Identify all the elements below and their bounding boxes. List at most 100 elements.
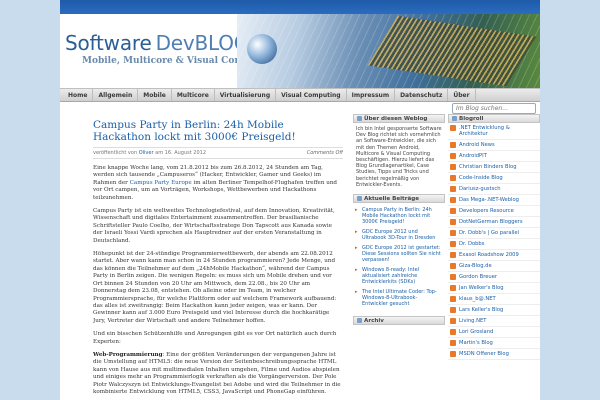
campus-party-link[interactable]: Campus Party Europe bbox=[130, 180, 192, 186]
blogroll-label: Lars Keller's Blog bbox=[459, 307, 504, 313]
nav-item-multicore[interactable]: Multicore bbox=[172, 89, 215, 101]
feed-icon bbox=[450, 164, 456, 170]
recent-post-link[interactable]: Campus Party in Berlin: 24h Mobile Hacka… bbox=[353, 205, 445, 227]
blogroll-link[interactable]: Dr. Dobbs bbox=[448, 239, 540, 250]
blogroll-label: Giza-Blog.de bbox=[459, 263, 492, 269]
blogroll-heading: Blogroll bbox=[448, 114, 540, 123]
widget-icon bbox=[452, 116, 457, 121]
blogroll-link[interactable]: Developers Resource bbox=[448, 206, 540, 217]
sidebar-left: Über diesen Weblog Ich bin Intel gespons… bbox=[353, 114, 445, 400]
site-logo[interactable]: Software DevBLOG bbox=[65, 31, 249, 55]
feed-icon bbox=[450, 252, 456, 258]
widget-icon bbox=[357, 116, 362, 121]
post-paragraph: Campus Party ist ein weltweites Technolo… bbox=[93, 208, 335, 244]
nav-item-impressum[interactable]: Impressum bbox=[347, 89, 396, 101]
blogroll-link[interactable]: Lori Grosland bbox=[448, 327, 540, 338]
nav-item-mobile[interactable]: Mobile bbox=[138, 89, 172, 101]
web-programming-label: Web-Programmierung bbox=[93, 351, 163, 358]
nav-item-visual-computing[interactable]: Visual Computing bbox=[276, 89, 347, 101]
search-input[interactable] bbox=[452, 103, 536, 114]
blogroll-label: Exasol Roadshow 2009 bbox=[459, 252, 519, 258]
post-paragraph: Eine knappe Woche lang, vom 21.8.2012 bi… bbox=[93, 165, 343, 202]
recent-post-link[interactable]: Windows 8-ready: Intel aktualisiert zahl… bbox=[353, 265, 445, 287]
author-link[interactable]: Oliver bbox=[139, 150, 154, 156]
blogroll-link[interactable]: Android News bbox=[448, 140, 540, 151]
feed-icon bbox=[450, 296, 456, 302]
blogroll-label: Lori Grosland bbox=[459, 329, 494, 335]
blogroll-label: Dariusz-gustsch bbox=[459, 186, 501, 192]
blogroll-label: Das Mega-.NET-Weblog bbox=[459, 197, 519, 203]
recent-post-link[interactable]: GDC Europe 2012 ist gestartet: Diese Ses… bbox=[353, 243, 445, 265]
blogroll-heading-text: Blogroll bbox=[459, 116, 484, 122]
blogroll-link[interactable]: Giza-Blog.de bbox=[448, 261, 540, 272]
blogroll-link[interactable]: MSDN Offener Blog bbox=[448, 349, 540, 360]
byline-prefix: veröffentlicht von bbox=[93, 150, 138, 156]
nav-item-datenschutz[interactable]: Datenschutz bbox=[395, 89, 449, 101]
post-meta: veröffentlicht von Oliver am 16. August … bbox=[93, 147, 343, 159]
feed-icon bbox=[450, 197, 456, 203]
blogroll-label: klaus_b@.NET bbox=[459, 296, 496, 302]
blogroll-label: AndroidPIT bbox=[459, 153, 487, 159]
recent-posts-heading: Aktuelle Beiträge bbox=[353, 194, 445, 204]
feed-icon bbox=[450, 142, 456, 148]
blogroll-link[interactable]: Dariusz-gustsch bbox=[448, 184, 540, 195]
feed-icon bbox=[450, 351, 456, 357]
feed-icon bbox=[450, 263, 456, 269]
post-paragraph: Web-Programmierung: Eine der größten Ver… bbox=[93, 352, 343, 396]
widget-icon bbox=[357, 196, 362, 202]
feed-icon bbox=[450, 186, 456, 192]
page-container: Software DevBLOG Mobile, Multicore & Visu… bbox=[60, 0, 540, 400]
post-date: am 16. August 2012 bbox=[155, 150, 207, 156]
blogroll-link[interactable]: Code-Inside Blog bbox=[448, 173, 540, 184]
feed-icon bbox=[450, 125, 456, 131]
feed-icon bbox=[450, 208, 456, 214]
blogroll-link[interactable]: Das Mega-.NET-Weblog bbox=[448, 195, 540, 206]
blogroll-link[interactable]: .NET Entwicklung & Architektur bbox=[448, 123, 540, 140]
comments-status: Comments Off bbox=[306, 150, 343, 156]
blogroll-label: DotNetGerman Bloggers bbox=[459, 219, 523, 225]
nav-item-home[interactable]: Home bbox=[60, 89, 94, 101]
blogroll-label: MSDN Offener Blog bbox=[459, 351, 509, 357]
blogroll-link[interactable]: DotNetGerman Bloggers bbox=[448, 217, 540, 228]
feed-icon bbox=[450, 153, 456, 159]
top-bar bbox=[60, 0, 540, 14]
blogroll-link[interactable]: Exasol Roadshow 2009 bbox=[448, 250, 540, 261]
blogroll-link[interactable]: Lars Keller's Blog bbox=[448, 305, 540, 316]
blogroll-link[interactable]: Living.NET bbox=[448, 316, 540, 327]
main-nav: Home Allgemein Mobile Multicore Virtuali… bbox=[60, 88, 540, 102]
about-text: Ich bin Intel gesponserte Software Dev B… bbox=[356, 126, 442, 188]
archive-heading-text: Archiv bbox=[364, 318, 384, 325]
p5-text: : Eine der größten Veränderungen der ver… bbox=[93, 351, 341, 395]
feed-icon bbox=[450, 219, 456, 225]
blogroll-link[interactable]: Martin's Blog bbox=[448, 338, 540, 349]
banner-orb bbox=[247, 34, 277, 64]
blogroll-link[interactable]: klaus_b@.NET bbox=[448, 294, 540, 305]
post-paragraph: Und ein bisschen Schützenhilfe und Anreg… bbox=[93, 331, 337, 345]
archive-heading: Archiv bbox=[353, 316, 445, 326]
nav-item-allgemein[interactable]: Allgemein bbox=[93, 89, 139, 101]
nav-item-uber[interactable]: Über bbox=[448, 89, 476, 101]
blogroll-link[interactable]: AndroidPIT bbox=[448, 151, 540, 162]
blogroll-link[interactable]: Jan Welker's Blog bbox=[448, 283, 540, 294]
recent-post-link[interactable]: The Intel Ultimate Coder: Top-Windows-8-… bbox=[353, 287, 445, 309]
feed-icon bbox=[450, 318, 456, 324]
blogroll-label: Dr. Dobbs bbox=[459, 241, 485, 247]
blogroll-link[interactable]: Christian Binders Blog bbox=[448, 162, 540, 173]
post-byline: veröffentlicht von Oliver am 16. August … bbox=[93, 150, 206, 156]
feed-icon bbox=[450, 175, 456, 181]
blogroll-link[interactable]: Dr. Dobb's | Go parallel bbox=[448, 228, 540, 239]
blogroll-label: Developers Resource bbox=[459, 208, 514, 214]
feed-icon bbox=[450, 329, 456, 335]
post-paragraph: Höhepunkt ist der 24-stündige Programmie… bbox=[93, 251, 337, 324]
nav-item-virtualisierung[interactable]: Virtualisierung bbox=[215, 89, 277, 101]
recent-post-link[interactable]: GDC Europe 2012 und Ultrabook 3D-Tour in… bbox=[353, 227, 445, 243]
blogroll-link[interactable]: Gordon Breuer bbox=[448, 272, 540, 283]
post-title[interactable]: Campus Party in Berlin: 24h Mobile Hacka… bbox=[93, 119, 343, 143]
main-content: Campus Party in Berlin: 24h Mobile Hacka… bbox=[93, 114, 343, 400]
blogroll-label: Dr. Dobb's | Go parallel bbox=[459, 230, 520, 236]
blogroll-label: Android News bbox=[459, 142, 495, 148]
blogroll-label: Gordon Breuer bbox=[459, 274, 498, 280]
blogroll-label: Christian Binders Blog bbox=[459, 164, 517, 170]
recent-heading-text: Aktuelle Beiträge bbox=[364, 196, 420, 203]
feed-icon bbox=[450, 340, 456, 346]
